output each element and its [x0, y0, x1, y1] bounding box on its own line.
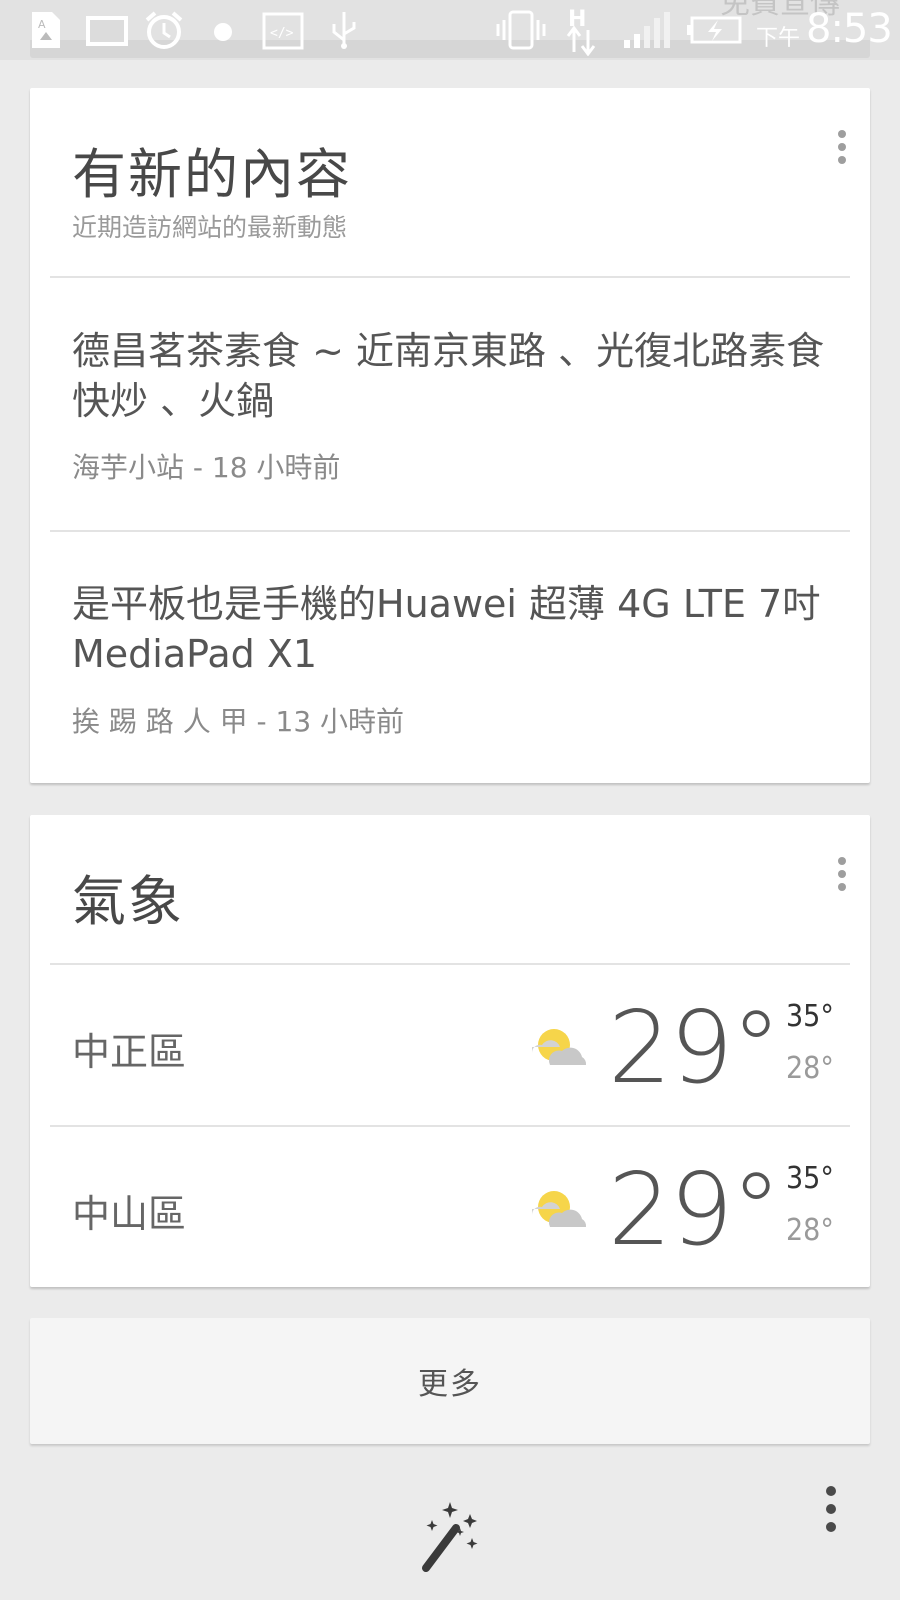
sim-card-icon: A — [32, 12, 60, 48]
svg-text:A: A — [38, 18, 46, 31]
more-button[interactable]: 更多 — [30, 1318, 870, 1444]
recent-updates-card: 有新的內容 近期造訪網站的最新動態 德昌茗茶素食 ~ 近南京東路 、光復北路素食… — [30, 88, 870, 783]
current-temperature: 29° — [608, 989, 781, 1106]
article-title: 德昌茗茶素食 ~ 近南京東路 、光復北路素食快炒 、火鍋 — [72, 329, 825, 423]
image-icon — [86, 16, 128, 46]
divider — [50, 963, 850, 965]
divider — [50, 1125, 850, 1127]
article-meta: 挨 踢 路 人 甲 - 13 小時前 — [72, 705, 405, 738]
more-vert-icon[interactable] — [836, 857, 848, 897]
card-title: 有新的內容 — [72, 143, 352, 206]
card-title: 氣象 — [72, 870, 184, 933]
status-bar-ampm: 下午 — [756, 26, 801, 51]
partly-cloudy-icon — [531, 1191, 587, 1227]
divider — [50, 276, 850, 278]
low-temperature: 28° — [786, 1213, 834, 1248]
article-meta: 海芋小站 - 18 小時前 — [72, 451, 341, 484]
svg-text:H: H — [568, 7, 586, 32]
more-button-label: 更多 — [418, 1367, 482, 1402]
low-temperature: 28° — [786, 1051, 834, 1086]
high-temperature: 35° — [786, 1161, 834, 1196]
dot-icon — [214, 23, 232, 41]
vibrate-icon — [496, 10, 546, 50]
magic-wand-icon[interactable] — [420, 1498, 484, 1572]
battery-charging-icon — [687, 16, 742, 44]
city-name: 中山區 — [72, 1192, 187, 1236]
svg-text:</>: </> — [270, 26, 294, 41]
status-bar: 免費宣傳 A </> H 下午 8:53 — [0, 0, 900, 60]
current-temperature: 29° — [608, 1151, 781, 1268]
more-vert-icon[interactable] — [824, 1486, 838, 1538]
h-data-icon: H — [566, 7, 596, 56]
status-bar-clock: 8:53 — [806, 6, 893, 52]
divider — [50, 530, 850, 532]
city-name: 中正區 — [72, 1030, 187, 1074]
code-icon: </> — [262, 12, 304, 50]
more-vert-icon[interactable] — [836, 130, 848, 170]
high-temperature: 35° — [786, 999, 834, 1034]
card-subtitle: 近期造訪網站的最新動態 — [72, 213, 348, 242]
partly-cloudy-icon — [531, 1029, 587, 1065]
article-title: 是平板也是手機的Huawei 超薄 4G LTE 7吋 MediaPad X1 — [72, 582, 821, 676]
weather-card: 氣象 中正區 29° 35° 28° 中山區 29° 35° 28° — [30, 815, 870, 1287]
alarm-icon — [145, 11, 183, 49]
signal-icon — [624, 12, 670, 48]
usb-icon — [332, 12, 356, 49]
